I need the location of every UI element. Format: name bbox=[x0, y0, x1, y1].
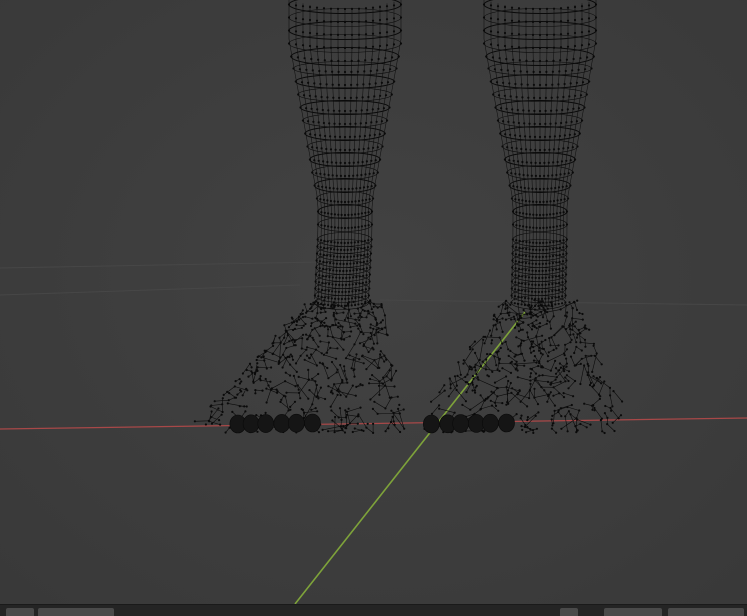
wireframe-scene[interactable] bbox=[0, 0, 747, 616]
status-tab[interactable] bbox=[668, 608, 744, 616]
3d-viewport[interactable] bbox=[0, 0, 747, 616]
viewport-background bbox=[0, 0, 747, 616]
status-tab[interactable] bbox=[38, 608, 114, 616]
status-tab[interactable] bbox=[6, 608, 34, 616]
status-tab[interactable] bbox=[560, 608, 578, 616]
status-tab[interactable] bbox=[604, 608, 662, 616]
status-bar bbox=[0, 604, 747, 616]
